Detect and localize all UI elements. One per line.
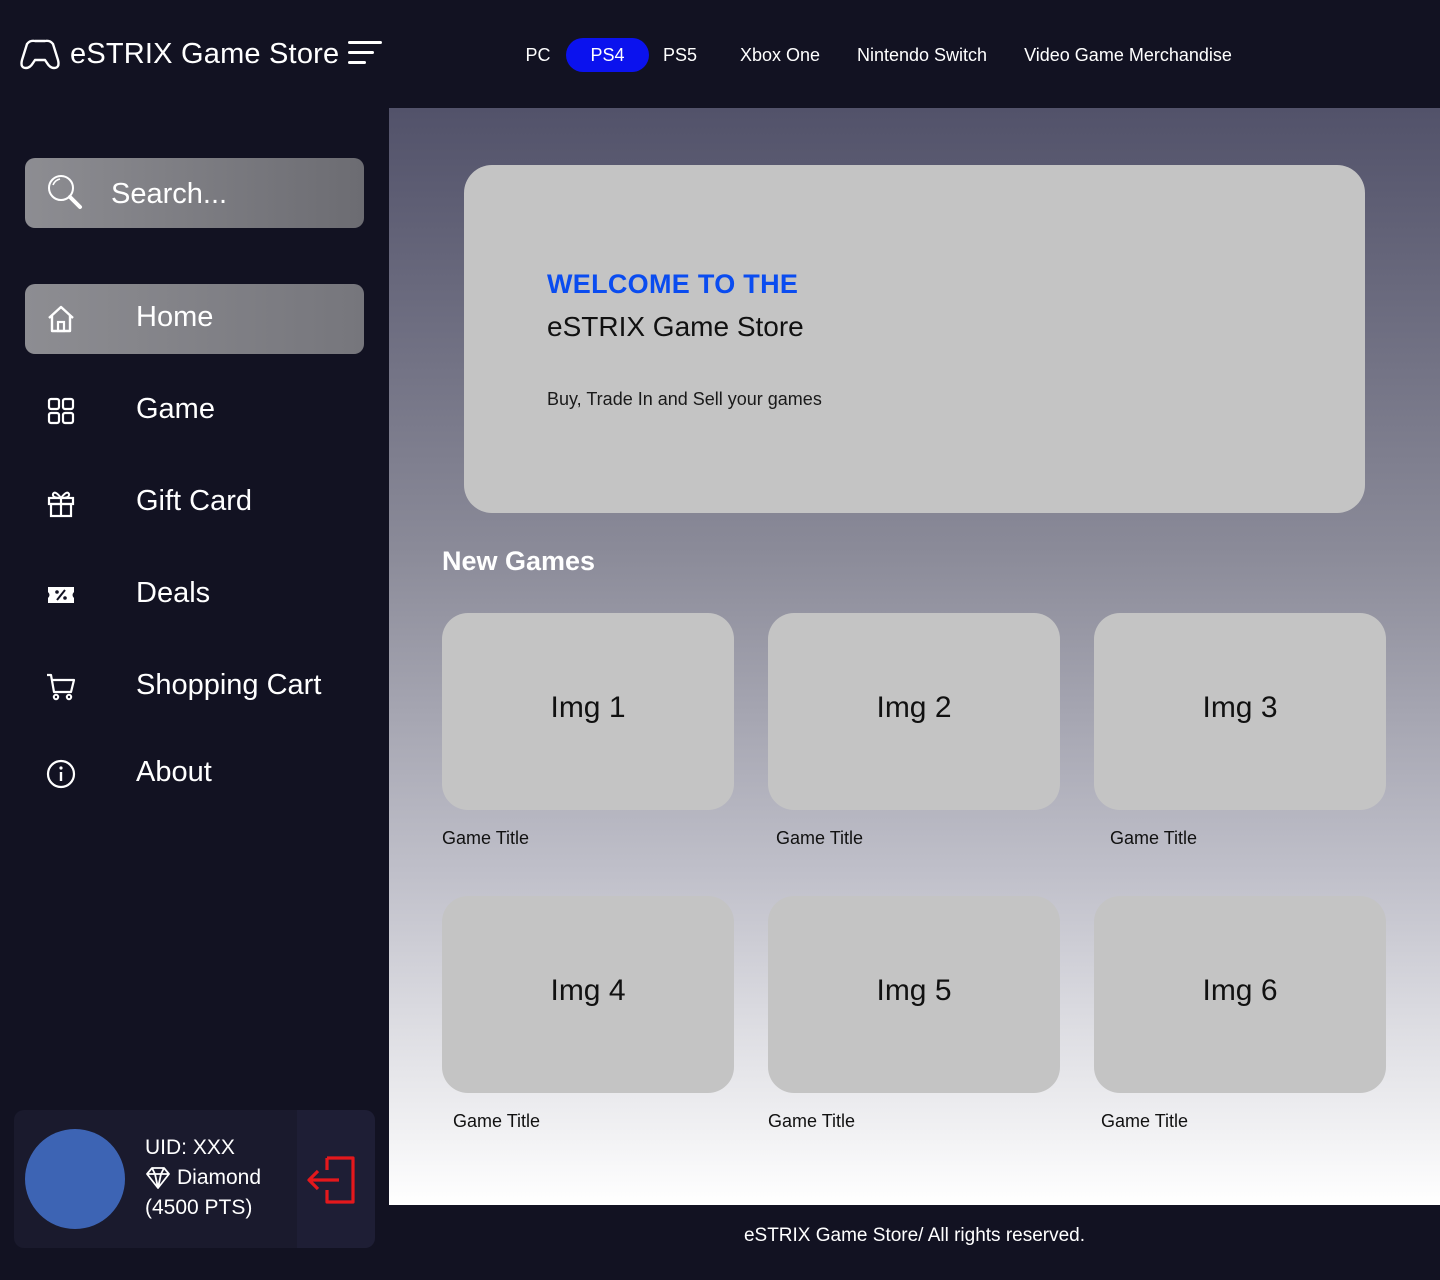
game-title[interactable]: Game Title xyxy=(1110,828,1197,849)
tab-xbox-one[interactable]: Xbox One xyxy=(732,38,828,72)
game-title[interactable]: Game Title xyxy=(442,828,529,849)
sidebar-item-label: About xyxy=(136,756,212,788)
tab-ps4[interactable]: PS4 xyxy=(566,38,649,72)
game-title[interactable]: Game Title xyxy=(1101,1111,1188,1132)
sidebar-item-label: Game xyxy=(136,393,215,425)
brand[interactable]: eSTRIX Game Store xyxy=(18,36,339,72)
grid-icon xyxy=(47,397,75,425)
game-image-label: Img 2 xyxy=(876,691,952,724)
hero-subtitle: Buy, Trade In and Sell your games xyxy=(547,389,822,409)
footer: eSTRIX Game Store/ All rights reserved. xyxy=(389,1205,1440,1280)
game-title[interactable]: Game Title xyxy=(768,1111,855,1132)
sidebar: Home Game Gift Card Deals xyxy=(0,108,389,1280)
sidebar-item-shopping-cart[interactable]: Shopping Cart xyxy=(25,652,364,722)
game-card[interactable]: Img 2 xyxy=(768,613,1060,810)
game-title[interactable]: Game Title xyxy=(453,1111,540,1132)
sidebar-item-about[interactable]: About xyxy=(25,739,364,809)
sidebar-item-label: Home xyxy=(136,301,214,333)
game-image-label: Img 4 xyxy=(550,974,626,1007)
game-card[interactable]: Img 1 xyxy=(442,613,734,810)
game-card[interactable]: Img 4 xyxy=(442,896,734,1093)
home-icon xyxy=(48,305,74,333)
profile-card: UID: XXX Diamond (4500 PTS) xyxy=(14,1110,375,1248)
game-card[interactable]: Img 6 xyxy=(1094,896,1386,1093)
gift-icon xyxy=(47,491,75,518)
sidebar-item-gift-card[interactable]: Gift Card xyxy=(25,468,364,538)
hero-kicker: WELCOME TO THE xyxy=(547,269,799,299)
hero-title: eSTRIX Game Store xyxy=(547,311,804,342)
sidebar-item-home[interactable]: Home xyxy=(25,284,364,354)
brand-name: eSTRIX Game Store xyxy=(70,37,340,70)
tab-video-game-merchandise[interactable]: Video Game Merchandise xyxy=(1008,38,1248,72)
sidebar-item-label: Gift Card xyxy=(136,485,253,517)
tab-pc[interactable]: PC xyxy=(518,38,558,72)
logout-button[interactable] xyxy=(297,1110,375,1248)
sidebar-item-game[interactable]: Game xyxy=(25,376,364,446)
logout-icon xyxy=(307,1156,355,1204)
game-image-label: Img 6 xyxy=(1202,974,1278,1007)
avatar[interactable] xyxy=(25,1129,125,1229)
search-input[interactable] xyxy=(109,174,353,214)
sidebar-item-deals[interactable]: Deals xyxy=(25,560,364,630)
ticket-icon xyxy=(48,587,74,603)
points-label: (4500 PTS) xyxy=(145,1196,253,1219)
search-box[interactable] xyxy=(25,158,364,228)
tab-ps5[interactable]: PS5 xyxy=(658,38,702,72)
sidebar-item-label: Deals xyxy=(136,577,211,609)
section-title: New Games xyxy=(442,546,596,576)
game-image-label: Img 5 xyxy=(876,974,952,1007)
footer-copyright: eSTRIX Game Store/ All rights reserved. xyxy=(743,1225,1086,1246)
tier-label: Diamond xyxy=(177,1166,262,1189)
game-image-label: Img 1 xyxy=(550,691,626,724)
search-icon xyxy=(48,175,82,209)
menu-icon[interactable] xyxy=(348,40,384,70)
tab-nintendo-switch[interactable]: Nintendo Switch xyxy=(846,38,998,72)
game-card[interactable]: Img 5 xyxy=(768,896,1060,1093)
sidebar-item-label: Shopping Cart xyxy=(136,669,322,701)
hero-banner: WELCOME TO THE eSTRIX Game Store Buy, Tr… xyxy=(464,165,1365,513)
gamepad-icon xyxy=(20,39,60,70)
info-icon xyxy=(46,759,76,789)
game-card[interactable]: Img 3 xyxy=(1094,613,1386,810)
top-bar: eSTRIX Game Store PC PS4 PS5 Xbox One Ni… xyxy=(0,0,1440,108)
user-id: UID: XXX xyxy=(145,1136,235,1159)
tier-row: Diamond xyxy=(145,1166,261,1190)
cart-icon xyxy=(47,673,76,701)
game-title[interactable]: Game Title xyxy=(776,828,863,849)
game-image-label: Img 3 xyxy=(1202,691,1278,724)
diamond-icon xyxy=(146,1167,170,1189)
main-content: WELCOME TO THE eSTRIX Game Store Buy, Tr… xyxy=(389,108,1440,1205)
